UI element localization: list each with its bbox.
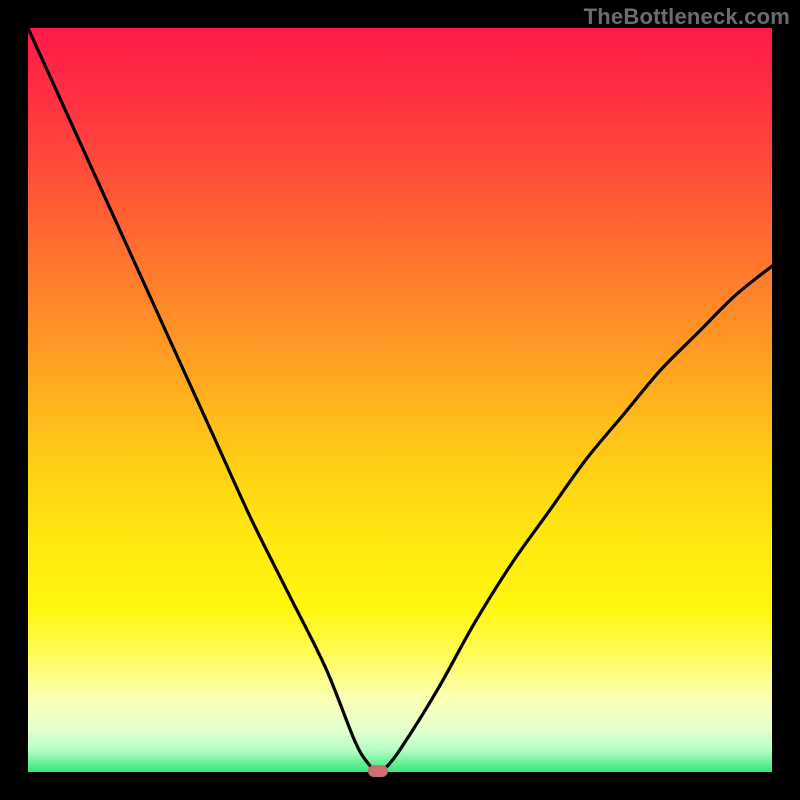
optimum-marker [368, 765, 388, 777]
bottleneck-curve [28, 28, 772, 772]
chart-frame: TheBottleneck.com [0, 0, 800, 800]
watermark-text: TheBottleneck.com [584, 4, 790, 30]
